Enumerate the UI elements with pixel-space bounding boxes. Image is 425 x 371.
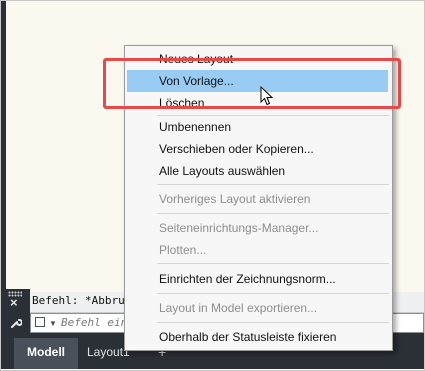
menu-item-label: Oberhalb der Statusleiste fixieren: [159, 330, 337, 344]
close-icon[interactable]: ×: [10, 295, 18, 310]
menu-item-alle-layouts-auswaehlen[interactable]: Alle Layouts auswählen: [125, 160, 392, 182]
command-prompt-icon[interactable]: [35, 317, 45, 327]
menu-item-umbenennen[interactable]: Umbenennen: [125, 116, 392, 138]
menu-separator: [157, 184, 389, 185]
menu-item-seiteneinrichtungs-manager: Seiteneinrichtungs-Manager...: [125, 217, 392, 239]
menu-item-vorheriges-layout: Vorheriges Layout aktivieren: [125, 188, 392, 210]
menu-item-zeichnungsnorm[interactable]: Einrichten der Zeichnungsnorm...: [125, 268, 392, 290]
menu-item-label: Layout in Model exportieren...: [159, 301, 318, 315]
menu-item-layout-in-model-exportieren: Layout in Model exportieren...: [125, 297, 392, 319]
menu-item-plotten: Plotten...: [125, 239, 392, 261]
canvas-left-edge: [1, 1, 6, 292]
menu-separator: [157, 322, 389, 323]
menu-item-verschieben-kopieren[interactable]: Verschieben oder Kopieren...: [125, 138, 392, 160]
menu-item-oberhalb-statusleiste[interactable]: Oberhalb der Statusleiste fixieren: [125, 326, 392, 348]
menu-item-label: Umbenennen: [159, 120, 232, 134]
menu-item-label: Seiteneinrichtungs-Manager...: [159, 221, 319, 235]
menu-item-label: Plotten...: [159, 243, 207, 257]
menu-item-label: Einrichten der Zeichnungsnorm...: [159, 272, 336, 286]
menu-item-label: Vorheriges Layout aktivieren: [159, 192, 311, 206]
menu-item-label: Alle Layouts auswählen: [159, 164, 286, 178]
menu-separator: [157, 293, 389, 294]
menu-separator: [157, 263, 389, 264]
menu-item-label: Verschieben oder Kopieren...: [159, 142, 314, 156]
chevron-down-icon[interactable]: ▼: [49, 319, 57, 328]
mouse-cursor-icon: [260, 85, 274, 111]
menu-separator: [157, 213, 389, 214]
annotation-highlight-box: [103, 58, 401, 109]
tab-model[interactable]: Modell: [14, 338, 78, 369]
wrench-icon[interactable]: [10, 317, 23, 332]
